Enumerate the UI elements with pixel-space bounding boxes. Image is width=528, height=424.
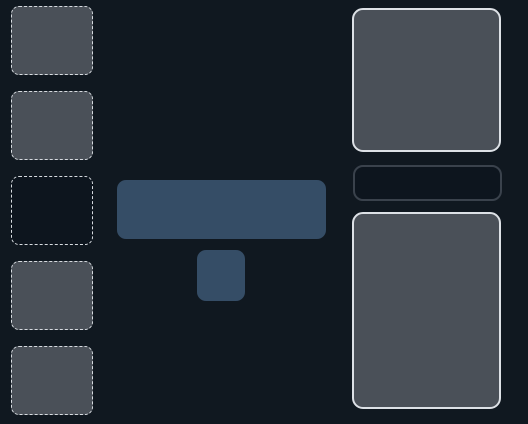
right-top-panel[interactable] xyxy=(352,8,501,152)
slot-3[interactable] xyxy=(11,176,93,245)
right-pill-field[interactable] xyxy=(353,165,502,201)
center-bar[interactable] xyxy=(117,180,326,239)
slot-2[interactable] xyxy=(11,91,93,160)
slot-4[interactable] xyxy=(11,261,93,330)
center-square-button[interactable] xyxy=(197,250,245,301)
slot-5[interactable] xyxy=(11,346,93,415)
slot-1[interactable] xyxy=(11,6,93,75)
right-bottom-panel[interactable] xyxy=(352,212,501,409)
workspace-canvas xyxy=(0,0,528,424)
